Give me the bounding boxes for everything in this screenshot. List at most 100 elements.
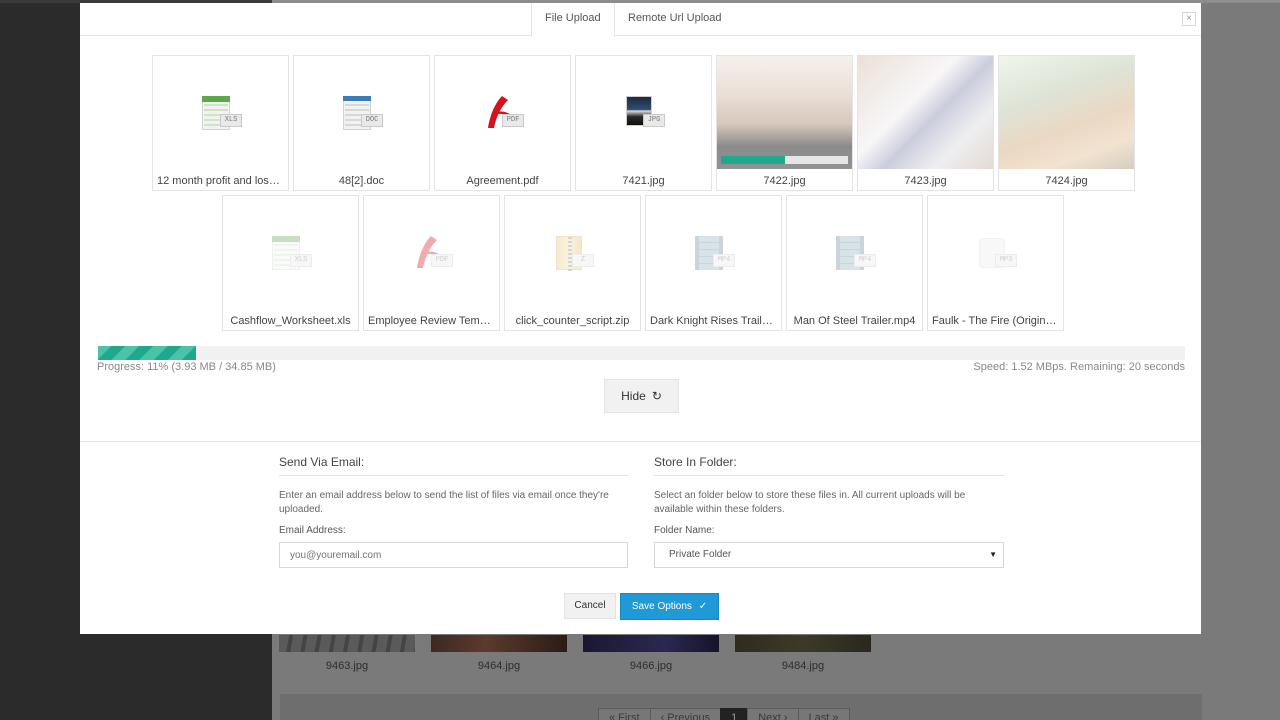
file-name: 7423.jpg [904,175,947,187]
file-extension-badge: Z [572,254,594,267]
xls-file-icon: XLS [270,234,314,274]
refresh-icon: ↻ [651,389,662,403]
upload-modal: File Upload Remote Url Upload × XLS 12 mo… [80,3,1201,634]
pdf-file-icon: PDF [482,94,526,134]
file-name: Employee Review Templat... [368,315,499,327]
file-extension-badge: JPG [643,114,665,127]
tab-file-upload[interactable]: File Upload [531,3,615,37]
tab-remote-url-upload[interactable]: Remote Url Upload [615,3,735,36]
file-tile[interactable]: PDF Agreement.pdf [434,55,571,191]
doc-header-stripe [343,96,371,101]
file-tile[interactable]: 7423.jpg [857,55,994,191]
file-name: Faulk - The Fire (Original ... [932,315,1063,327]
email-section-description: Enter an email address below to send the… [279,490,609,515]
folder-section-title: Store In Folder: [654,455,1004,476]
file-name: Man Of Steel Trailer.mp4 [793,315,916,327]
progress-text: Progress: 11% (3.93 MB / 34.85 MB) [97,361,276,373]
doc-file-icon: DOC [341,94,385,134]
email-field[interactable] [279,542,628,568]
file-grid-row-2: XLS Cashflow_Worksheet.xls PDF Employee Rev… [222,195,1064,331]
file-tile[interactable]: PDF Employee Review Templat... [363,195,500,331]
file-name: Dark Knight Rises Trailer.... [650,315,781,327]
file-extension-badge: DOC [361,114,383,127]
background-thumb: 9484.jpg [735,635,871,672]
file-name: click_counter_script.zip [515,315,630,327]
file-upload-progress [721,156,848,164]
hide-button[interactable]: Hide ↻ [604,379,679,413]
xls-header-stripe [202,96,230,102]
background-thumb-caption: 9466.jpg [629,660,673,672]
mp4-file-icon: MP4 [693,234,737,274]
pager-previous[interactable]: ‹ Previous [649,708,722,720]
email-address-label: Email Address: [279,525,346,536]
folder-name-label: Folder Name: [654,525,715,536]
email-section-title: Send Via Email: [279,455,628,476]
options-divider [80,441,1201,442]
background-thumb-caption: 9463.jpg [325,660,369,672]
file-extension-badge: PDF [502,114,524,127]
pager-page-1[interactable]: 1 [720,708,749,720]
close-icon[interactable]: × [1182,12,1196,26]
pager-last[interactable]: Last » [797,708,850,720]
file-name: Cashflow_Worksheet.xls [230,315,351,327]
background-thumb-caption: 9464.jpg [477,660,521,672]
file-extension-badge: XLS [220,114,242,127]
file-tile[interactable]: XLS Cashflow_Worksheet.xls [222,195,359,331]
send-via-email-section: Send Via Email: Enter an email address b… [279,455,628,568]
folder-section-description: Select an folder below to store these fi… [654,490,966,515]
file-tile[interactable]: Zclick_counter_script.zip [504,195,641,331]
file-name: 48[2].doc [338,175,385,187]
file-extension-badge: MP4 [713,254,735,267]
file-extension-badge: MP4 [854,254,876,267]
xls-header-stripe [272,236,300,242]
file-extension-badge: XLS [290,254,312,267]
check-icon: ✓ [698,601,708,612]
store-in-folder-section: Store In Folder: Select an folder below … [654,455,1004,568]
folder-select-value: Private Folder [669,549,732,560]
pager-next[interactable]: Next › [747,708,799,720]
overall-progress-fill [98,346,197,360]
jpg-file-icon: JPG [623,94,667,134]
file-tile[interactable]: MP3 Faulk - The Fire (Original ... [927,195,1064,331]
file-extension-badge: PDF [431,254,453,267]
overall-progress-bar [98,346,1185,360]
pagination: « First ‹ Previous 1 Next › Last » [598,708,850,720]
save-options-label: Save Options [631,601,692,612]
background-thumb-image [431,635,567,652]
background-thumb: 9464.jpg [431,635,567,672]
photo-thumbnail [999,56,1134,169]
file-upload-progress-fill [721,156,785,164]
mp3-file-icon: MP3 [975,234,1019,274]
file-tile[interactable]: 7424.jpg [998,55,1135,191]
file-tile[interactable]: MP4 Man Of Steel Trailer.mp4 [786,195,923,331]
file-name: 12 month profit and loss p... [157,175,288,187]
file-name: 7424.jpg [1045,175,1088,187]
file-tile[interactable]: MP4 Dark Knight Rises Trailer.... [645,195,782,331]
background-thumb: 9463.jpg [279,635,415,672]
background-thumbnails: 9463.jpg 9464.jpg 9466.jpg 9484.jpg [279,635,871,672]
file-tile[interactable]: JPG 7421.jpg [575,55,712,191]
modal-tabs: File Upload Remote Url Upload [80,3,1201,37]
background-thumb-image [735,635,871,652]
speed-text: Speed: 1.52 MBps. Remaining: 20 seconds [973,361,1185,373]
zip-file-icon: Z [552,234,596,274]
file-tile[interactable]: XLS 12 month profit and loss p... [152,55,289,191]
file-tile[interactable]: 7422.jpg [716,55,853,191]
file-extension-badge: MP3 [995,254,1017,267]
pdf-file-icon: PDF [411,234,455,274]
file-tile[interactable]: DOC 48[2].doc [293,55,430,191]
file-name: 7421.jpg [622,175,665,187]
file-grid-row-1: XLS 12 month profit and loss p... DOC 48[2]… [152,55,1135,191]
pager-first[interactable]: « First [598,708,651,720]
photo-thumbnail [717,56,852,169]
mp4-file-icon: MP4 [834,234,878,274]
folder-select[interactable]: Private Folder ▼ [654,542,1004,568]
file-name: Agreement.pdf [466,175,539,187]
cancel-button[interactable]: Cancel [564,593,616,619]
save-options-button[interactable]: Save Options ✓ [620,593,719,620]
background-thumb-caption: 9484.jpg [781,660,825,672]
background-thumb: 9466.jpg [583,635,719,672]
chevron-down-icon: ▼ [989,550,997,559]
file-name: 7422.jpg [763,175,806,187]
hide-button-label: Hide [621,389,646,403]
